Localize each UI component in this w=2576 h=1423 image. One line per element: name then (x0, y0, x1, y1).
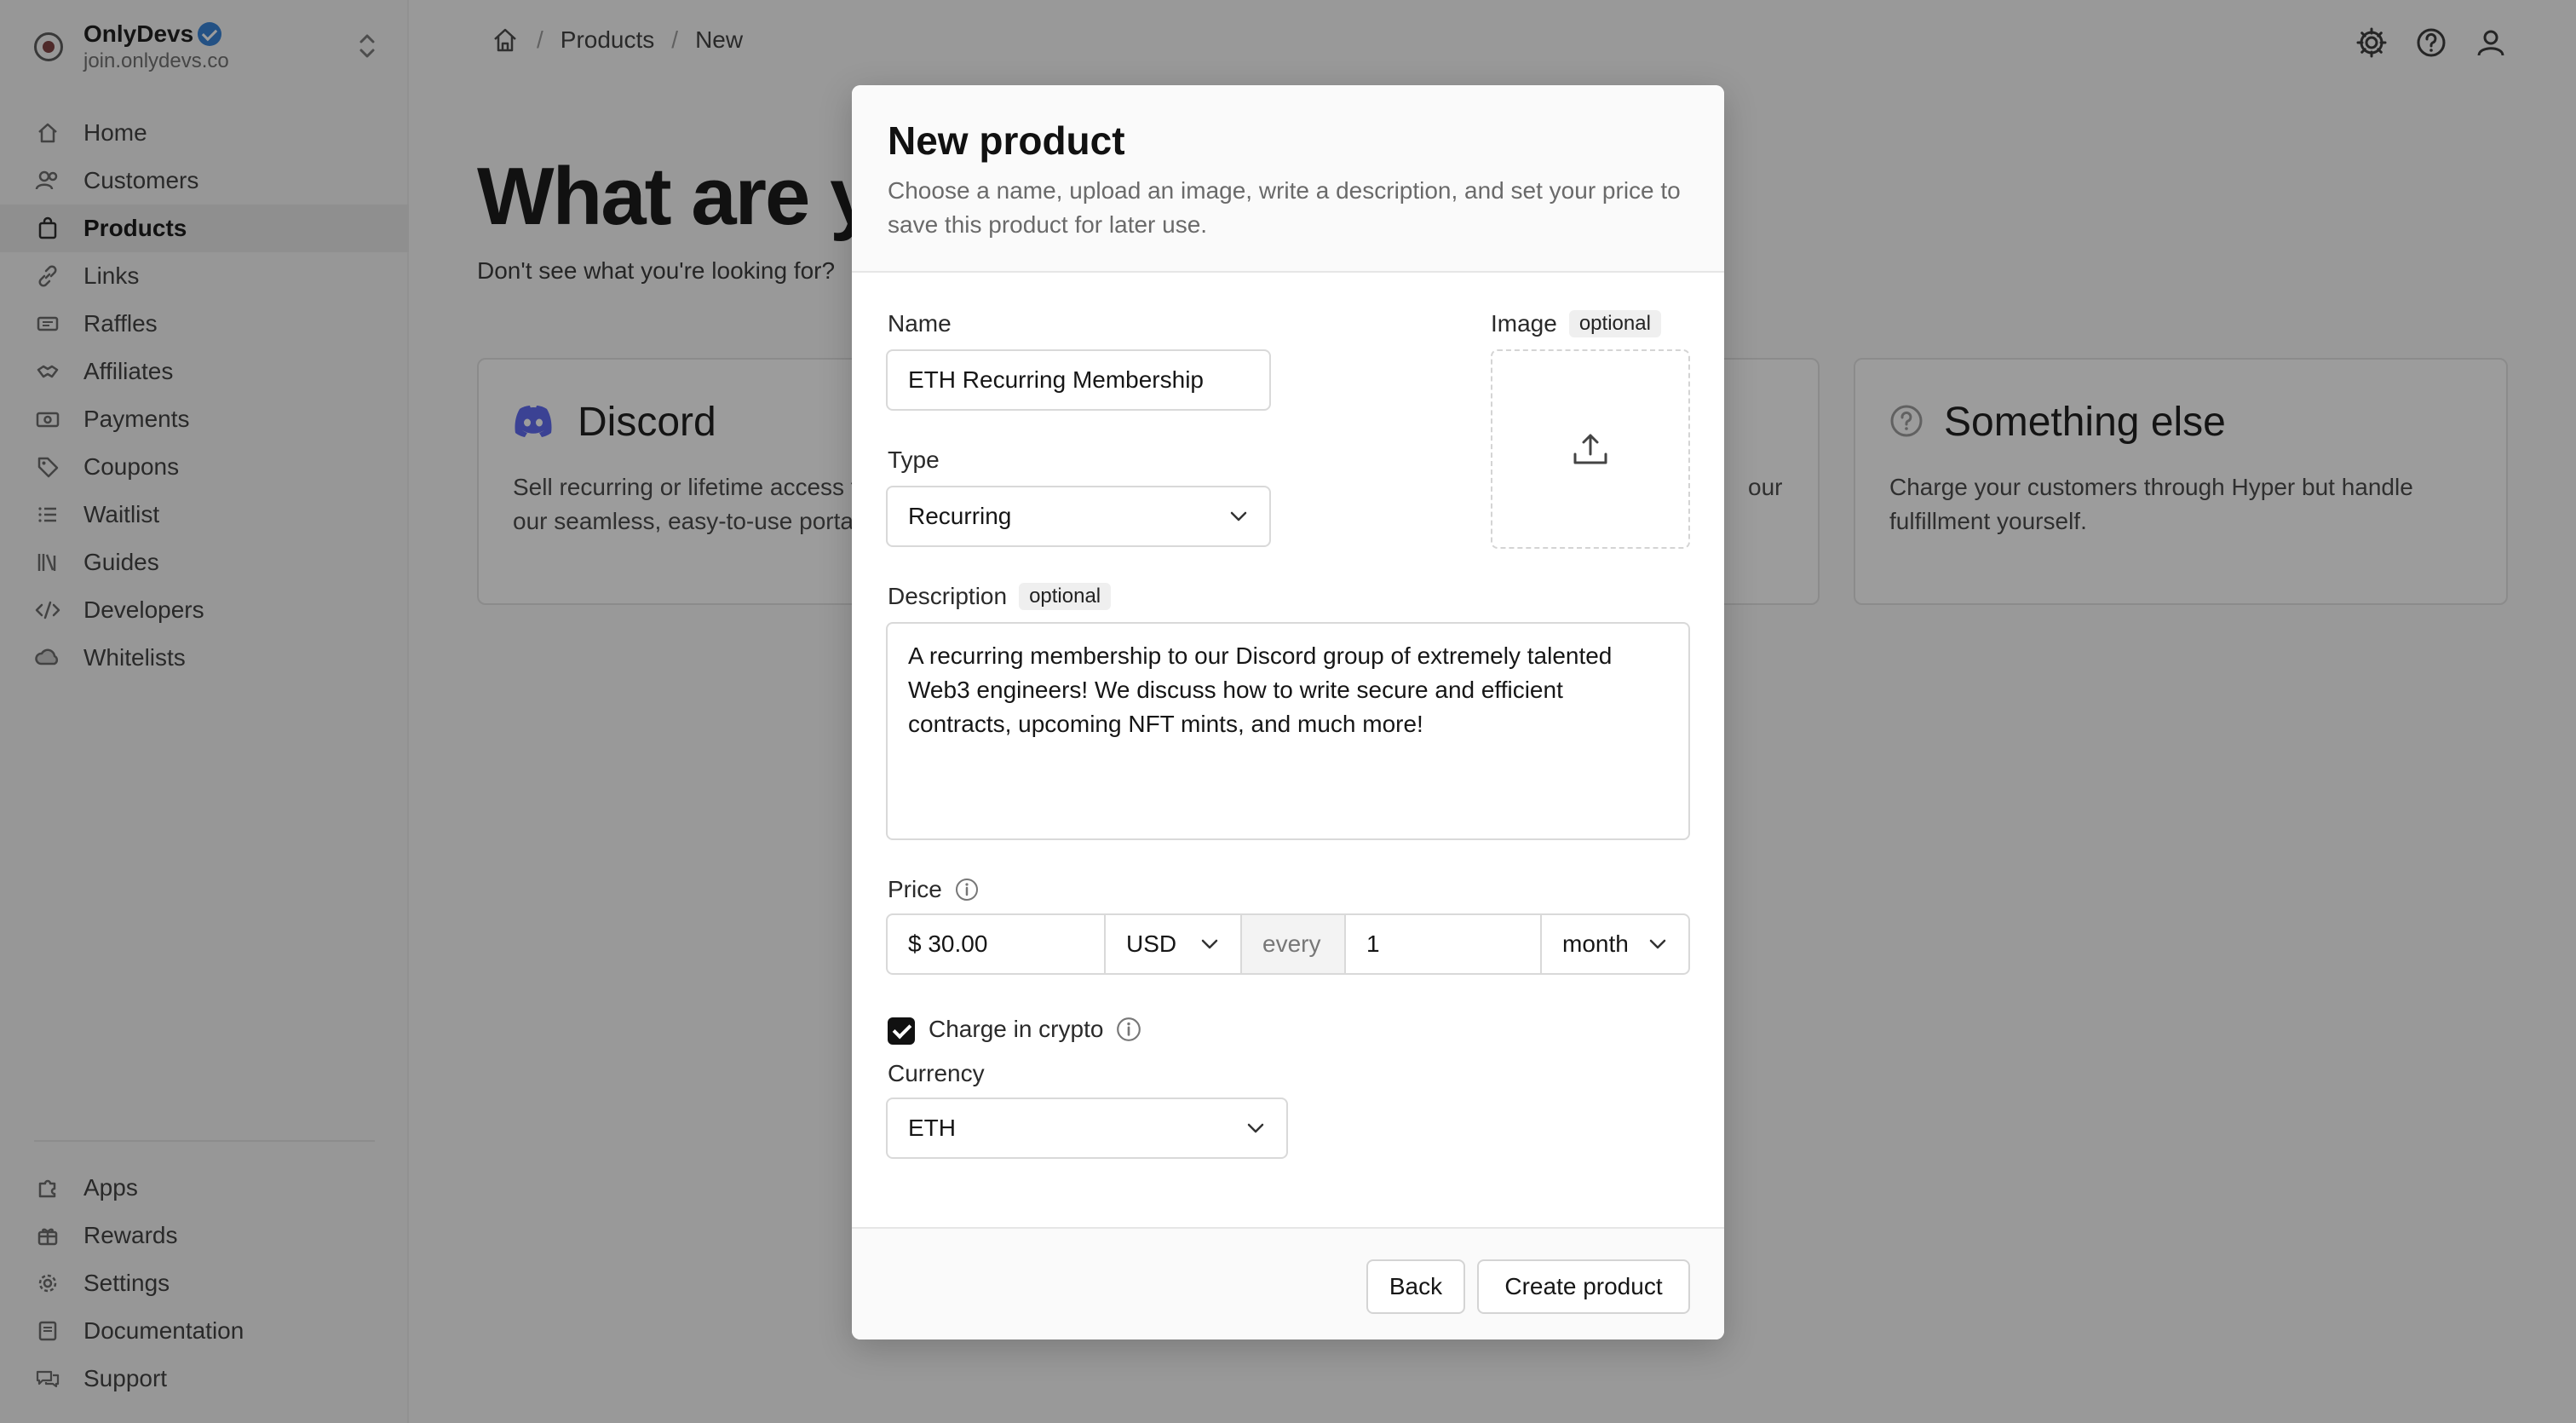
image-label: Image optional (1491, 310, 1661, 337)
name-input[interactable] (888, 351, 1269, 409)
optional-badge: optional (1568, 310, 1661, 337)
modal-footer: Back Create product (852, 1227, 1724, 1339)
name-field-wrapper (886, 349, 1271, 411)
price-currency-select[interactable]: USD (1106, 915, 1242, 973)
currency-select-value: ETH (908, 1115, 956, 1141)
description-label: Description optional (888, 583, 1112, 610)
chevron-down-icon (1245, 1121, 1266, 1135)
description-label-text: Description (888, 583, 1008, 609)
description-textarea[interactable]: A recurring membership to our Discord gr… (888, 624, 1688, 838)
new-product-modal: New product Choose a name, upload an ima… (852, 85, 1724, 1339)
modal-title: New product (888, 118, 1125, 163)
info-icon[interactable] (954, 877, 980, 902)
currency-select[interactable]: ETH (886, 1097, 1288, 1159)
upload-icon (1572, 430, 1609, 468)
charge-in-crypto-checkbox[interactable] (888, 1017, 915, 1045)
currency-label: Currency (888, 1060, 985, 1086)
image-label-text: Image (1491, 310, 1557, 337)
every-label: every (1242, 915, 1346, 973)
description-field-wrapper: A recurring membership to our Discord gr… (886, 622, 1690, 840)
price-amount-input[interactable]: $ 30.00 (888, 915, 1106, 973)
app: OnlyDevs join.onlydevs.co Home Customers… (0, 0, 2576, 1423)
name-label: Name (888, 310, 952, 337)
charge-in-crypto-text[interactable]: Charge in crypto (929, 1016, 1103, 1043)
interval-count-input[interactable]: 1 (1346, 915, 1542, 973)
chevron-down-icon (1199, 937, 1220, 951)
chevron-down-icon (1228, 510, 1249, 523)
back-button[interactable]: Back (1366, 1259, 1465, 1314)
type-select[interactable]: Recurring (886, 486, 1271, 547)
type-label: Type (888, 446, 940, 473)
charge-in-crypto-label: Charge in crypto (929, 1016, 1142, 1043)
price-label: Price (888, 876, 980, 903)
image-upload-dropzone[interactable] (1491, 349, 1690, 549)
create-product-button[interactable]: Create product (1477, 1259, 1690, 1314)
type-select-value: Recurring (908, 503, 1012, 529)
price-row: $ 30.00 USD every 1 month (886, 913, 1690, 975)
interval-unit-select[interactable]: month (1542, 915, 1688, 973)
price-currency-value: USD (1126, 930, 1177, 957)
chevron-down-icon (1647, 937, 1668, 951)
optional-badge: optional (1019, 583, 1112, 610)
price-label-text: Price (888, 876, 942, 902)
info-icon[interactable] (1115, 1016, 1142, 1043)
interval-unit-value: month (1562, 930, 1629, 957)
modal-header: New product Choose a name, upload an ima… (852, 85, 1724, 273)
modal-description: Choose a name, upload an image, write a … (888, 177, 1681, 238)
